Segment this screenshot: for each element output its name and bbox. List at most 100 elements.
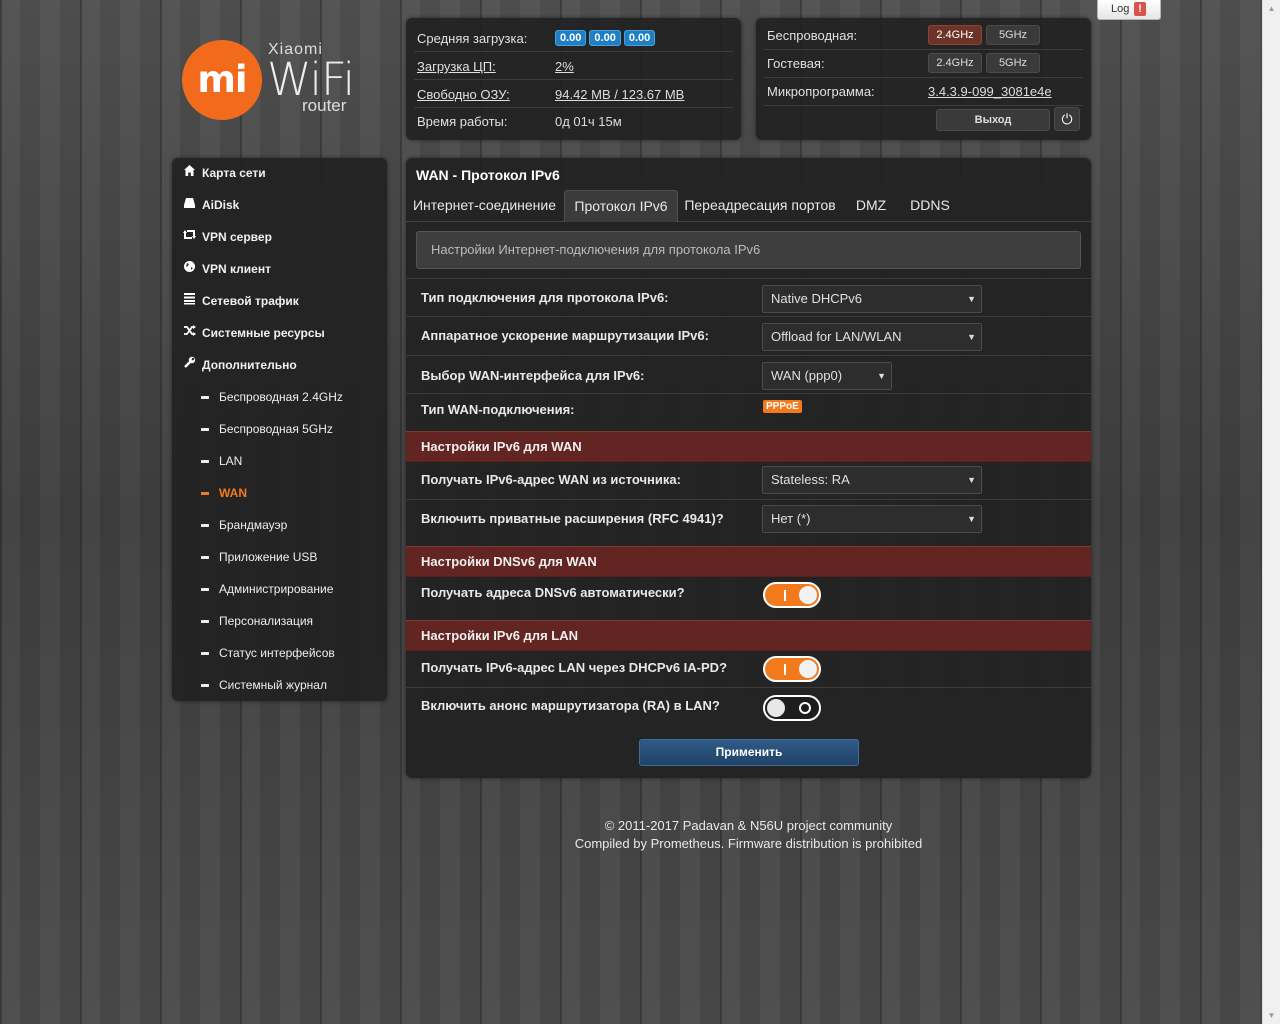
sidebar-item-label: Сетевой трафик <box>202 294 299 308</box>
alert-icon: ! <box>1134 2 1146 16</box>
cpu-value[interactable]: 2% <box>555 59 574 74</box>
sidebar-subitem-wireless-24[interactable]: Беспроводная 2.4GHz <box>172 382 387 412</box>
on-icon <box>784 590 786 601</box>
lan-pd-label: Получать IPv6-адрес LAN через DHCPv6 IA-… <box>421 660 728 675</box>
sidebar-subitem-personalization[interactable]: Персонализация <box>172 606 387 636</box>
sidebar-item-resources[interactable]: Системные ресурсы <box>172 318 387 348</box>
apply-button[interactable]: Применить <box>639 739 859 766</box>
cpu-row[interactable]: Загрузка ЦП: 2% <box>414 52 733 80</box>
wireless-5-button[interactable]: 5GHz <box>986 25 1040 45</box>
sidebar-subitem-usb[interactable]: Приложение USB <box>172 542 387 572</box>
mi-logo-icon: mi <box>182 40 262 120</box>
logout-button[interactable]: Выход <box>936 109 1050 131</box>
hw-accel-row: Аппаратное ускорение маршрутизации IPv6:… <box>406 316 1091 356</box>
load-badge-3: 0.00 <box>623 30 656 46</box>
ra-toggle[interactable] <box>763 695 821 721</box>
sidebar-item-label: Дополнительно <box>202 358 297 372</box>
chevron-down-icon: ▼ <box>967 332 976 342</box>
conn-type-select[interactable]: Native DHCPv6 ▼ <box>762 285 982 313</box>
sidebar-item-aidisk[interactable]: AiDisk <box>172 190 387 220</box>
sidebar-item-label: VPN сервер <box>202 230 272 244</box>
load-values: 0.00 0.00 0.00 <box>555 29 658 46</box>
dash-icon <box>201 588 209 591</box>
sidebar-subitem-admin[interactable]: Администрирование <box>172 574 387 604</box>
logo[interactable]: mi Xiaomi WiFi router <box>180 38 380 128</box>
ram-label[interactable]: Свободно ОЗУ: <box>417 87 510 102</box>
log-button[interactable]: Log ! <box>1097 0 1161 20</box>
guest-24-button[interactable]: 2.4GHz <box>928 53 982 73</box>
sidebar-subitem-label: WAN <box>219 486 247 500</box>
load-row: Средняя загрузка: 0.00 0.00 0.00 <box>414 24 733 52</box>
system-status-panel: Средняя загрузка: 0.00 0.00 0.00 Загрузка … <box>406 18 741 140</box>
tab-port-forwarding[interactable]: Переадресация портов <box>684 190 836 221</box>
dash-icon <box>201 396 209 399</box>
wan-iface-value: WAN (ppp0) <box>771 368 843 383</box>
toggle-knob <box>767 699 785 717</box>
wan-iface-label: Выбор WAN-интерфейса для IPv6: <box>421 368 645 383</box>
ram-value[interactable]: 94.42 MB / 123.67 MB <box>555 87 684 102</box>
dash-icon <box>201 524 209 527</box>
sidebar-item-advanced[interactable]: Дополнительно <box>172 350 387 380</box>
scroll-up-icon[interactable]: ▲ <box>1263 0 1280 17</box>
sidebar-subitem-label: Персонализация <box>219 614 314 628</box>
sidebar-item-vpn-client[interactable]: VPN клиент <box>172 254 387 284</box>
ra-label: Включить анонс маршрутизатора (RA) в LAN… <box>421 698 720 713</box>
sidebar-item-vpn-server[interactable]: VPN сервер <box>172 222 387 252</box>
dns-auto-toggle[interactable] <box>763 582 821 608</box>
random-icon <box>182 324 196 340</box>
sidebar-item-network-map[interactable]: Карта сети <box>172 158 387 188</box>
log-label: Log <box>1111 3 1130 15</box>
dns-auto-label: Получать адреса DNSv6 автоматически? <box>421 585 685 600</box>
dash-icon <box>201 556 209 559</box>
sidebar-subitem-syslog[interactable]: Системный журнал <box>172 670 387 700</box>
lan-pd-row: Получать IPv6-адрес LAN через DHCPv6 IA-… <box>406 650 1091 687</box>
addr-source-row: Получать IPv6-адрес WAN из источника: St… <box>406 461 1091 499</box>
sidebar-subitem-wireless-5[interactable]: Беспроводная 5GHz <box>172 414 387 444</box>
off-icon <box>799 702 811 714</box>
wireless-24-button[interactable]: 2.4GHz <box>928 25 982 45</box>
sidebar-subitem-wan[interactable]: WAN <box>172 478 387 508</box>
firmware-value[interactable]: 3.4.3.9-099_3081e4e <box>928 84 1052 99</box>
tab-ipv6[interactable]: Протокол IPv6 <box>564 190 678 222</box>
scroll-down-icon[interactable]: ▼ <box>1263 1007 1280 1024</box>
lan-pd-toggle[interactable] <box>763 656 821 682</box>
guest-5-button[interactable]: 5GHz <box>986 53 1040 73</box>
privacy-select[interactable]: Нет (*) ▼ <box>762 505 982 533</box>
section-title: Настройки DNSv6 для WAN <box>421 554 597 569</box>
chevron-down-icon: ▼ <box>967 475 976 485</box>
conn-type-label: Тип подключения для протокола IPv6: <box>421 290 669 305</box>
sidebar-item-traffic[interactable]: Сетевой трафик <box>172 286 387 316</box>
hw-accel-select[interactable]: Offload for LAN/WLAN ▼ <box>762 323 982 351</box>
sidebar-subitem-iface-status[interactable]: Статус интерфейсов <box>172 638 387 668</box>
ram-row[interactable]: Свободно ОЗУ: 94.42 MB / 123.67 MB <box>414 80 733 108</box>
uptime-value: 0д 01ч 15м <box>555 114 622 129</box>
conn-type-row: Тип подключения для протокола IPv6: Nati… <box>406 278 1091 317</box>
logout-row: Выход ⏻ <box>764 106 1083 133</box>
sidebar-subitem-label: Системный журнал <box>219 678 327 692</box>
firmware-row: Микропрограмма: 3.4.3.9-099_3081e4e <box>764 78 1083 106</box>
sidebar-subitem-label: Администрирование <box>219 582 334 596</box>
chevron-down-icon: ▼ <box>967 294 976 304</box>
dash-icon <box>201 492 209 495</box>
privacy-row: Включить приватные расширения (RFC 4941)… <box>406 499 1091 547</box>
tab-ddns[interactable]: DDNS <box>906 190 954 221</box>
wireless-row: Беспроводная: 2.4GHz 5GHz <box>764 22 1083 50</box>
sidebar-subitem-lan[interactable]: LAN <box>172 446 387 476</box>
tab-dmz[interactable]: DMZ <box>850 190 892 221</box>
load-badge-1: 0.00 <box>555 30 587 46</box>
wan-iface-select[interactable]: WAN (ppp0) ▼ <box>762 362 892 390</box>
dash-icon <box>201 460 209 463</box>
sidebar-item-label: Системные ресурсы <box>202 326 325 340</box>
footer: © 2011-2017 Padavan & N56U project commu… <box>406 817 1091 853</box>
tab-internet[interactable]: Интернет-соединение <box>411 190 558 221</box>
sidebar-subitem-firewall[interactable]: Брандмауэр <box>172 510 387 540</box>
on-icon <box>784 664 786 675</box>
cpu-label[interactable]: Загрузка ЦП: <box>417 59 496 74</box>
vertical-scrollbar[interactable]: ▲ ▼ <box>1262 0 1280 1024</box>
addr-source-select[interactable]: Stateless: RA ▼ <box>762 466 982 494</box>
footer-compiled: Compiled by Prometheus. Firmware distrib… <box>574 836 923 851</box>
power-button[interactable]: ⏻ <box>1054 107 1080 131</box>
load-label: Средняя загрузка: <box>417 31 528 46</box>
sidebar-subitem-label: LAN <box>219 454 243 468</box>
privacy-label: Включить приватные расширения (RFC 4941)… <box>421 511 724 526</box>
